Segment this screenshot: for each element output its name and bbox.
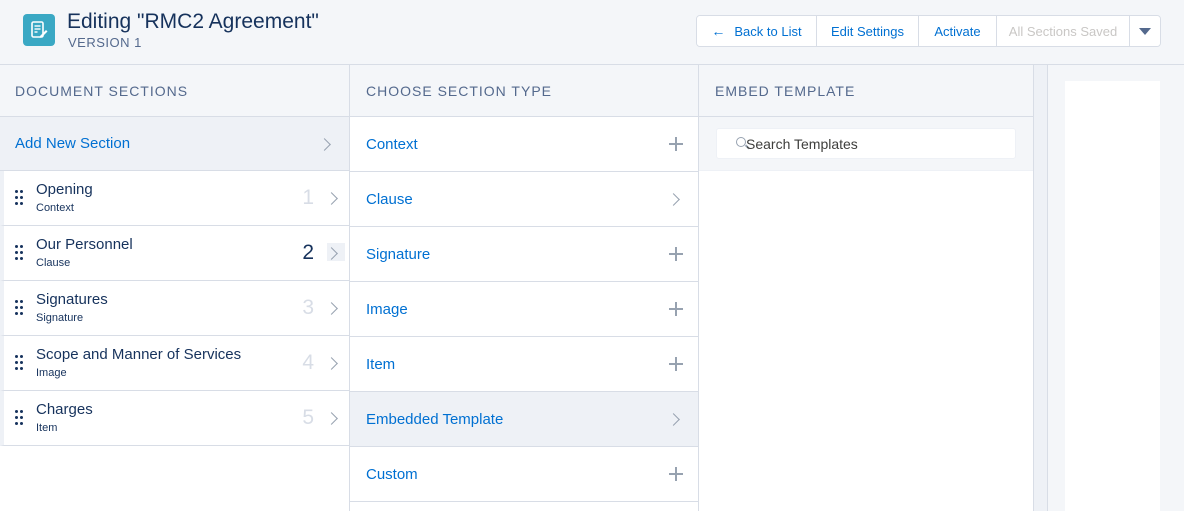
embed-template-header: EMBED TEMPLATE — [699, 65, 1033, 117]
chevron-right-icon — [325, 192, 338, 205]
section-number: 5 — [302, 406, 314, 429]
section-type-header: CHOOSE SECTION TYPE — [350, 65, 698, 117]
section-type-custom[interactable]: Custom — [350, 447, 698, 502]
scrollbar[interactable] — [1034, 65, 1048, 511]
plus-icon — [669, 302, 683, 316]
more-actions-button[interactable] — [1130, 16, 1160, 46]
section-name: Charges — [36, 401, 93, 418]
section-name: Signatures — [36, 291, 108, 308]
section-type-embedded-template[interactable]: Embedded Template — [350, 392, 698, 447]
section-type-label: Signature — [366, 245, 431, 263]
search-bar — [699, 117, 1033, 171]
page-title: Editing "RMC2 Agreement" — [67, 10, 319, 33]
section-type-panel: CHOOSE SECTION TYPE Context Clause Signa… — [350, 65, 699, 511]
back-to-list-label: Back to List — [734, 23, 802, 39]
section-type-signature[interactable]: Signature — [350, 227, 698, 282]
section-row-our-personnel[interactable]: Our Personnel Clause 2 — [0, 226, 349, 281]
section-row-charges[interactable]: Charges Item 5 — [0, 391, 349, 446]
section-name: Opening — [36, 181, 93, 198]
section-number: 2 — [302, 241, 314, 264]
chevron-right-icon — [325, 357, 338, 370]
chevron-right-icon — [667, 413, 680, 426]
arrow-left-icon: ← — [711, 23, 726, 39]
page-header: Editing "RMC2 Agreement" VERSION 1 ← Bac… — [0, 0, 1184, 65]
section-type-label: Custom — [366, 465, 418, 483]
edit-settings-button[interactable]: Edit Settings — [817, 16, 919, 46]
section-name: Our Personnel — [36, 236, 133, 253]
section-type-label: Context — [366, 135, 418, 153]
section-type: Image — [36, 367, 67, 379]
drag-handle-icon[interactable] — [15, 190, 23, 206]
search-templates-input[interactable] — [746, 129, 1006, 158]
section-type-label: Item — [366, 355, 396, 373]
header-button-group: ← Back to List Edit Settings Activate Al… — [696, 15, 1161, 47]
section-row-scope[interactable]: Scope and Manner of Services Image 4 — [0, 336, 349, 391]
drag-handle-icon[interactable] — [15, 355, 23, 371]
drag-handle-icon[interactable] — [15, 300, 23, 316]
section-type-item[interactable]: Item — [350, 337, 698, 392]
back-to-list-button[interactable]: ← Back to List — [697, 16, 817, 46]
preview-panel — [1065, 81, 1160, 511]
add-new-section-button[interactable]: Add New Section — [0, 117, 349, 171]
page-subtitle: VERSION 1 — [68, 35, 142, 50]
all-sections-saved-button: All Sections Saved — [997, 16, 1130, 46]
section-type-label: Image — [366, 300, 408, 318]
section-type: Item — [36, 422, 58, 434]
section-type: Context — [36, 202, 74, 214]
section-name: Scope and Manner of Services — [36, 346, 242, 363]
plus-icon — [669, 137, 683, 151]
chevron-right-icon — [325, 412, 338, 425]
document-sections-panel: DOCUMENT SECTIONS Add New Section Openin… — [0, 65, 350, 511]
chevron-right-icon — [318, 138, 331, 151]
section-type-label: Clause — [366, 190, 413, 208]
section-row-signatures[interactable]: Signatures Signature 3 — [0, 281, 349, 336]
section-type-context[interactable]: Context — [350, 117, 698, 172]
section-type-image[interactable]: Image — [350, 282, 698, 337]
section-type-label: Embedded Template — [366, 410, 504, 428]
drag-handle-icon[interactable] — [15, 410, 23, 426]
document-sections-header: DOCUMENT SECTIONS — [0, 65, 349, 117]
plus-icon — [669, 247, 683, 261]
caret-down-icon — [1139, 27, 1151, 35]
section-number: 3 — [302, 296, 314, 319]
plus-icon — [669, 467, 683, 481]
section-number: 4 — [302, 351, 314, 374]
plus-icon — [669, 357, 683, 371]
section-type: Signature — [36, 312, 84, 324]
section-row-opening[interactable]: Opening Context 1 — [0, 171, 349, 226]
drag-handle-icon[interactable] — [15, 245, 23, 261]
activate-button[interactable]: Activate — [919, 16, 997, 46]
chevron-right-icon — [325, 302, 338, 315]
chevron-right-icon — [667, 193, 680, 206]
section-type: Clause — [36, 257, 71, 269]
document-edit-icon — [23, 14, 55, 46]
embed-template-panel: EMBED TEMPLATE — [699, 65, 1034, 511]
search-box[interactable] — [716, 128, 1016, 159]
add-new-section-label: Add New Section — [15, 135, 131, 152]
search-icon — [736, 137, 746, 147]
section-type-clause[interactable]: Clause — [350, 172, 698, 227]
section-number: 1 — [302, 186, 314, 209]
